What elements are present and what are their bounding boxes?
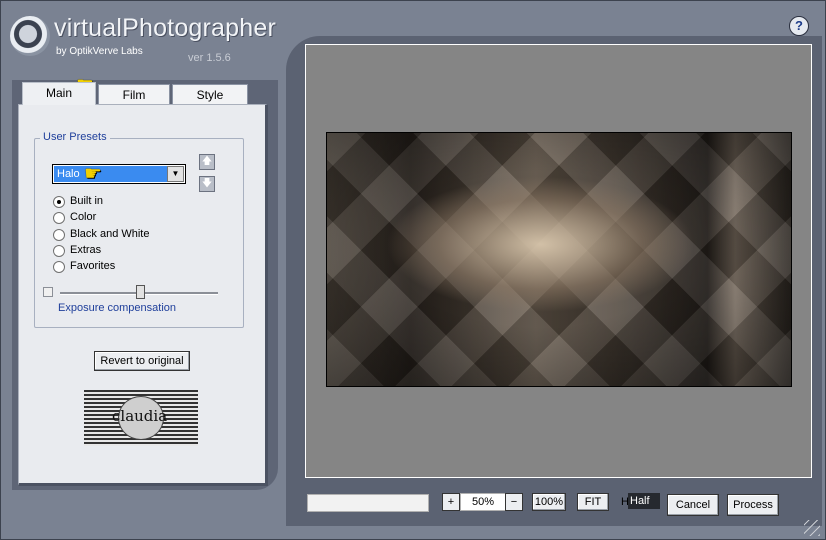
- radio-built-in[interactable]: Built in: [53, 195, 173, 209]
- radio-label: Color: [70, 211, 97, 223]
- app-logo: virtualPhotographer by OptikVerve Labs v…: [10, 12, 276, 72]
- tab-film[interactable]: Film: [98, 84, 170, 105]
- radio-color[interactable]: Color: [53, 211, 173, 225]
- resize-grip-icon[interactable]: [804, 520, 820, 536]
- half-size-field[interactable]: Half: [628, 493, 660, 509]
- zoom-level-field[interactable]: 50%: [460, 493, 506, 511]
- preview-image-vignette: [327, 133, 791, 386]
- radio-label: Extras: [70, 244, 102, 256]
- move-up-icon[interactable]: 🡅: [199, 154, 215, 170]
- app-title: virtualPhotographer: [54, 14, 276, 42]
- revert-button[interactable]: Revert to original: [94, 351, 190, 371]
- user-presets-title: User Presets: [40, 131, 110, 143]
- app-subtitle: by OptikVerve Labs: [56, 46, 143, 57]
- slider-min-marker: [43, 287, 53, 297]
- exposure-slider-thumb[interactable]: [136, 285, 145, 299]
- radio-favorites[interactable]: Favorites: [53, 260, 173, 274]
- preset-selected-value: Halo: [54, 166, 167, 182]
- preview-image: [326, 132, 792, 387]
- cancel-button[interactable]: Cancel: [667, 494, 719, 516]
- radio-dot: [53, 196, 65, 208]
- radio-black-and-white[interactable]: Black and White: [53, 228, 173, 242]
- preset-dropdown[interactable]: Halo ▼: [52, 164, 186, 184]
- watermark-stamp: claudia: [84, 390, 198, 446]
- radio-dot: [53, 212, 65, 224]
- app-version: ver 1.5.6: [188, 52, 231, 64]
- move-down-icon[interactable]: 🡇: [199, 176, 215, 192]
- radio-dot: [53, 245, 65, 257]
- radio-label: Favorites: [70, 260, 116, 272]
- exposure-label: Exposure compensation: [58, 302, 177, 314]
- zoom-100-button[interactable]: 100%: [532, 493, 566, 511]
- tab-style[interactable]: Style: [172, 84, 248, 105]
- process-button[interactable]: Process: [727, 494, 779, 516]
- zoom-out-button[interactable]: −: [505, 493, 523, 511]
- fit-button[interactable]: FIT: [577, 493, 609, 511]
- logo-ring-icon: [10, 16, 50, 56]
- radio-dot: [53, 229, 65, 241]
- chevron-down-icon[interactable]: ▼: [167, 166, 184, 182]
- progress-bar: [307, 494, 429, 512]
- radio-label: Black and White: [70, 228, 150, 240]
- radio-extras[interactable]: Extras: [53, 244, 173, 258]
- help-button[interactable]: ?: [789, 16, 809, 36]
- stamp-text: claudia: [112, 407, 168, 425]
- radio-label: Built in: [70, 195, 104, 207]
- radio-dot: [53, 261, 65, 273]
- tab-main[interactable]: Main: [22, 82, 96, 105]
- pointer-hand-icon: ☛: [84, 163, 102, 185]
- zoom-in-button[interactable]: +: [442, 493, 460, 511]
